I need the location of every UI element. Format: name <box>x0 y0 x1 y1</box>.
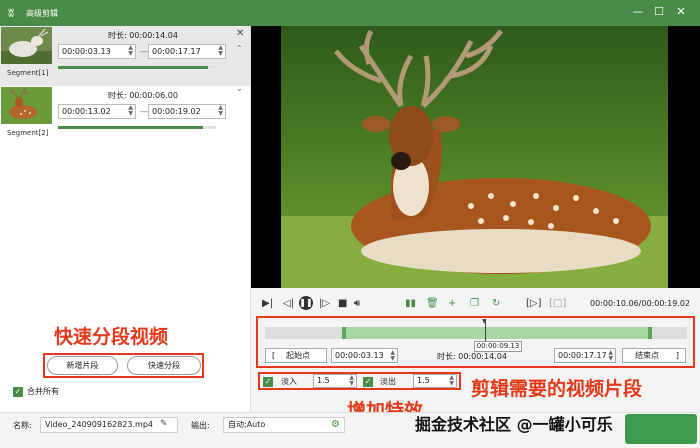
range-separator: — <box>140 107 148 116</box>
fade-in-input[interactable]: 1.5 ▲ ▼ <box>313 374 357 388</box>
forward-icon[interactable]: |▷ <box>319 298 330 310</box>
annotation-quick-split: 快速分段视频 <box>54 326 169 348</box>
chevron-down-icon[interactable]: ⌄ <box>236 84 243 93</box>
segment-duration: 时长: 00:00:06.00 <box>108 91 178 100</box>
stop-icon[interactable]: ■ <box>338 298 347 310</box>
spinner-icon[interactable]: ▲ ▼ <box>349 375 354 387</box>
segment-progress-bar <box>58 66 216 69</box>
volume-icon[interactable]: 🔊︎ <box>354 298 360 310</box>
mark-in-icon[interactable]: [▷] <box>526 298 542 310</box>
edit-pencil-icon[interactable]: ✎ <box>160 419 168 429</box>
fade-in-label: 淡入 <box>281 377 297 386</box>
window-title: 高级剪辑 <box>26 9 58 18</box>
close-icon[interactable]: ✕ <box>236 28 244 39</box>
reset-icon[interactable]: ↻ <box>492 298 500 310</box>
gear-icon[interactable]: ⚙ <box>331 418 340 432</box>
output-select[interactable]: 自动;Auto ⚙ <box>223 417 345 433</box>
close-button[interactable]: ✕ <box>674 5 688 19</box>
playhead-marker-icon[interactable]: ▼ <box>482 318 487 325</box>
segment-start-input[interactable]: 00:00:13.02 ▲ ▼ <box>58 104 136 119</box>
fade-out-checkbox[interactable]: ✓ <box>363 377 373 387</box>
spinner-icon[interactable]: ▲ ▼ <box>218 105 223 117</box>
segment-duration: 时长: 00:00:14.04 <box>108 31 178 40</box>
segment-progress-bar <box>58 126 216 129</box>
checkbox-checked-icon[interactable]: ✓ <box>13 386 23 397</box>
segment-thumbnail <box>1 87 52 124</box>
set-end-button[interactable]: 结束点 ] <box>622 348 686 363</box>
set-start-button[interactable]: [ 起始点 <box>265 348 327 363</box>
start-button[interactable] <box>625 414 697 444</box>
name-label: 名称: <box>13 421 32 430</box>
segment-label: Segment[1] <box>7 69 49 77</box>
add-segment-button[interactable]: 新增片段 <box>47 356 118 375</box>
quick-split-button[interactable]: 快速分段 <box>127 356 201 375</box>
segment-item[interactable]: Segment[1] 时长: 00:00:14.04 00:00:03.13 ▲… <box>0 26 250 86</box>
segment-label: Segment[2] <box>7 129 49 137</box>
copy-icon[interactable]: ❐ <box>470 298 479 310</box>
timeline-track[interactable] <box>265 327 687 339</box>
segment-thumbnail <box>1 27 52 64</box>
playback-timecode: 00:00:10.06/00:00:19.02 <box>590 299 690 308</box>
player-toolbar: ▶| ◁| ❚❚ |▷ ■ 🔊︎ ▮▮ 🗑︎ + ❐ ↻ [▷] [□] 00:… <box>251 295 700 315</box>
output-label: 输出: <box>191 421 210 430</box>
delete-icon[interactable]: 🗑︎ <box>426 298 439 310</box>
spinner-icon[interactable]: ▲ ▼ <box>218 45 223 57</box>
segment-start-input[interactable]: 00:00:03.13 ▲ ▼ <box>58 44 136 59</box>
fade-out-label: 淡出 <box>380 377 396 386</box>
merge-all-label: 合并所有 <box>27 387 59 396</box>
split-icon[interactable]: ▮▮ <box>405 298 416 310</box>
add-icon[interactable]: + <box>448 298 456 310</box>
app-logo-icon: ʬ <box>8 6 15 20</box>
prev-frame-icon[interactable]: ▶| <box>262 298 273 310</box>
mark-out-icon[interactable]: [□] <box>549 298 566 310</box>
end-time-input[interactable]: 00:00:17.17 ▲ ▼ <box>554 348 616 363</box>
range-separator: — <box>140 47 148 56</box>
segment-item[interactable]: Segment[2] 时长: 00:00:06.00 00:00:13.02 ▲… <box>0 86 250 146</box>
spinner-icon[interactable]: ▲ ▼ <box>449 375 454 387</box>
maximize-button[interactable]: ☐ <box>652 5 666 19</box>
timeline-selection[interactable] <box>342 327 652 339</box>
fade-in-checkbox[interactable]: ✓ <box>263 377 273 387</box>
file-name-field[interactable]: Video_240909162823.mp4 <box>40 417 178 433</box>
video-preview[interactable] <box>251 26 700 288</box>
title-bar: ʬ 高级剪辑 — ☐ ✕ <box>0 0 700 26</box>
segment-end-input[interactable]: 00:00:19.02 ▲ ▼ <box>148 104 226 119</box>
pause-icon[interactable]: ❚❚ <box>299 296 313 310</box>
merge-all-checkbox[interactable]: ✓ 合并所有 <box>13 386 59 397</box>
spinner-icon[interactable]: ▲ ▼ <box>608 350 613 362</box>
fade-out-input[interactable]: 1.5 ▲ ▼ <box>413 374 457 388</box>
annotation-clip-needed: 剪辑需要的视频片段 <box>471 378 643 400</box>
segment-end-input[interactable]: 00:00:17.17 ▲ ▼ <box>148 44 226 59</box>
minimize-button[interactable]: — <box>631 5 645 19</box>
chevron-up-icon[interactable]: ⌃ <box>236 44 243 53</box>
spinner-icon[interactable]: ▲ ▼ <box>128 105 133 117</box>
start-time-input[interactable]: 00:00:03.13 ▲ ▼ <box>331 348 398 363</box>
watermark: 掘金技术社区 @一罐小可乐 <box>415 415 613 434</box>
spinner-icon[interactable]: ▲ ▼ <box>390 350 395 362</box>
selection-duration: 时长: 00:00:14.04 <box>437 352 507 361</box>
spinner-icon[interactable]: ▲ ▼ <box>128 45 133 57</box>
rewind-icon[interactable]: ◁| <box>283 298 294 310</box>
